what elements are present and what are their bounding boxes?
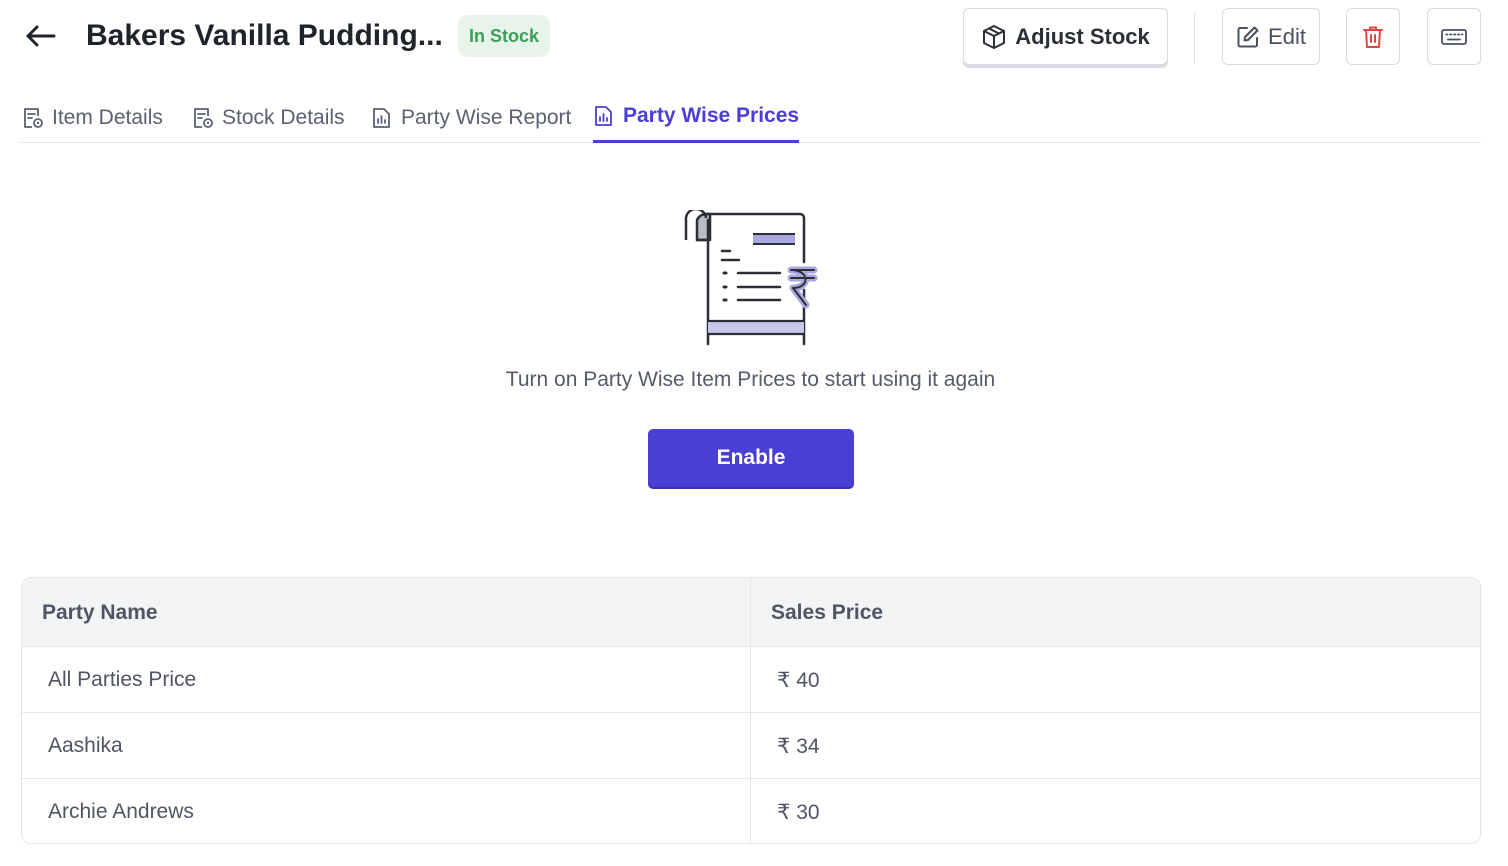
enable-button[interactable]: Enable bbox=[648, 429, 854, 487]
keyboard-icon bbox=[1441, 28, 1467, 45]
arrow-left-icon bbox=[26, 25, 56, 47]
tab-label: Item Details bbox=[52, 105, 163, 129]
tab-item-details[interactable]: Item Details bbox=[22, 92, 163, 143]
edit-button[interactable]: Edit bbox=[1222, 8, 1320, 65]
column-divider bbox=[750, 578, 751, 843]
tab-bar: Item Details Stock Details Party Wise Re… bbox=[20, 92, 1481, 143]
edit-icon bbox=[1237, 26, 1259, 47]
tab-label: Party Wise Prices bbox=[623, 104, 800, 127]
delete-button[interactable] bbox=[1346, 8, 1400, 65]
column-header-party-name: Party Name bbox=[42, 600, 158, 624]
sales-price-cell: ₹ 40 bbox=[777, 668, 820, 692]
party-prices-table: Party Name Sales Price All Parties Price… bbox=[21, 577, 1481, 844]
report-chart-icon bbox=[595, 106, 612, 126]
status-badge: In Stock bbox=[458, 15, 550, 57]
item-detail-page: Bakers Vanilla Pudding... In Stock Adjus… bbox=[0, 0, 1508, 866]
sales-price-cell: ₹ 34 bbox=[777, 734, 820, 758]
page-header: Bakers Vanilla Pudding... In Stock Adjus… bbox=[0, 0, 1508, 74]
party-name-cell: Aashika bbox=[48, 734, 123, 757]
adjust-stock-label: Adjust Stock bbox=[1015, 23, 1150, 49]
rupee-receipt-icon bbox=[684, 210, 818, 346]
table-row[interactable]: Archie Andrews ₹ 30 bbox=[22, 779, 1480, 843]
party-name-cell: Archie Andrews bbox=[48, 800, 194, 823]
header-divider bbox=[1194, 12, 1195, 64]
table-header: Party Name Sales Price bbox=[22, 578, 1480, 647]
column-header-sales-price: Sales Price bbox=[771, 600, 884, 624]
adjust-stock-button[interactable]: Adjust Stock bbox=[963, 8, 1168, 65]
party-name-cell: All Parties Price bbox=[48, 668, 197, 691]
tab-party-wise-prices[interactable]: Party Wise Prices bbox=[593, 92, 800, 143]
table-row[interactable]: Aashika ₹ 34 bbox=[22, 713, 1480, 779]
tab-stock-details[interactable]: Stock Details bbox=[192, 92, 345, 143]
keyboard-shortcuts-button[interactable] bbox=[1427, 8, 1481, 65]
tab-label: Party Wise Report bbox=[401, 105, 572, 129]
document-gear-icon bbox=[194, 107, 213, 128]
report-chart-icon bbox=[373, 107, 390, 128]
edit-label: Edit bbox=[1268, 23, 1306, 49]
box-icon bbox=[983, 24, 1006, 49]
back-button[interactable] bbox=[20, 18, 60, 54]
trash-icon bbox=[1363, 26, 1383, 48]
sales-price-cell: ₹ 30 bbox=[777, 800, 820, 824]
table-row[interactable]: All Parties Price ₹ 40 bbox=[22, 647, 1480, 713]
tab-label: Stock Details bbox=[222, 105, 345, 129]
document-gear-icon bbox=[24, 107, 43, 128]
tab-party-wise-report[interactable]: Party Wise Report bbox=[371, 92, 571, 143]
page-title: Bakers Vanilla Pudding... bbox=[86, 19, 443, 52]
empty-state-message: Turn on Party Wise Item Prices to start … bbox=[505, 368, 996, 391]
